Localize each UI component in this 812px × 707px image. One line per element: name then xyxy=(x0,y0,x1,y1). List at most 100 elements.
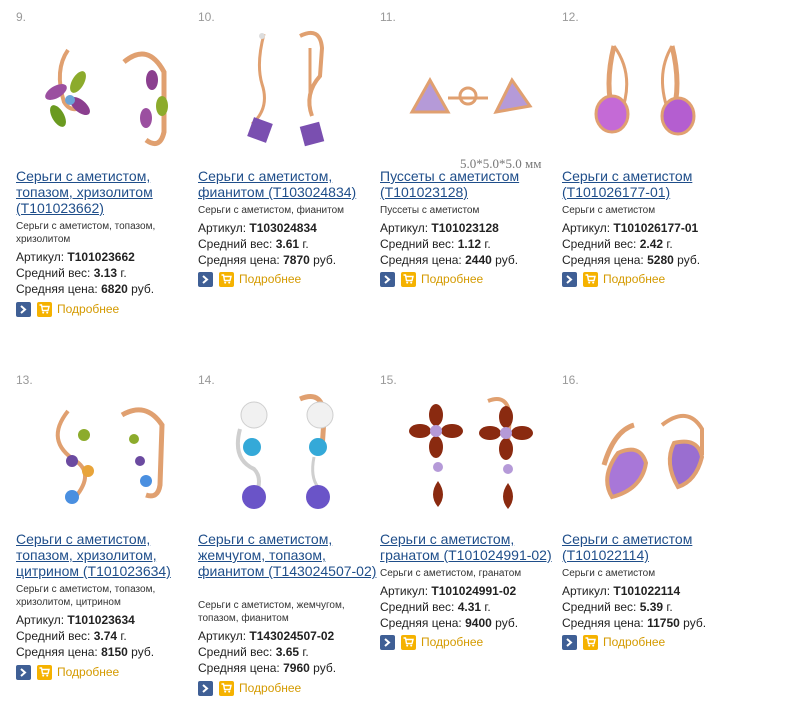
article-line: Артикул: Т101022114 xyxy=(562,584,681,598)
product-info: Серьги с аметистом, жемчугом, топазом, ф… xyxy=(198,599,378,676)
price-value: 7960 xyxy=(283,661,310,675)
product-description: Серьги с аметистом, топазом, хризолитом,… xyxy=(16,584,156,608)
weight-value: 1.12 xyxy=(457,237,482,251)
cart-icon[interactable] xyxy=(37,664,52,680)
product-description: Серьги с аметистом, фианитом xyxy=(198,205,345,216)
article-line: Артикул: Т101023128 xyxy=(380,221,499,235)
article-line: Артикул: Т143024507-02 xyxy=(198,629,335,643)
details-link[interactable]: Подробнее xyxy=(421,272,483,286)
weight-value: 2.42 xyxy=(639,237,664,251)
price-value: 7870 xyxy=(283,253,310,267)
price-line: Средняя цена: 11750 руб. xyxy=(562,616,707,630)
price-line: Средняя цена: 8150 руб. xyxy=(16,645,155,659)
cart-icon[interactable] xyxy=(583,271,598,287)
price-value: 5280 xyxy=(647,253,674,267)
product-title-link[interactable]: Серьги с аметистом, жемчугом, топазом, ф… xyxy=(198,531,378,579)
earring-image xyxy=(409,76,533,114)
product-image[interactable] xyxy=(574,385,724,525)
product-image[interactable] xyxy=(28,385,178,525)
details-link[interactable]: Подробнее xyxy=(57,665,119,679)
product-title-link[interactable]: Серьги с аметистом, гранатом (Т101024991… xyxy=(380,531,560,563)
product-info: Пуссеты с аметистом Артикул: Т101023128 … xyxy=(380,204,560,268)
earring-image xyxy=(601,414,705,500)
weight-line: Средний вес: 3.13 г. xyxy=(16,266,127,280)
article-value: Т101023662 xyxy=(67,250,135,264)
weight-line: Средний вес: 3.74 г. xyxy=(16,629,127,643)
details-link[interactable]: Подробнее xyxy=(239,272,301,286)
weight-value: 5.39 xyxy=(639,600,664,614)
cart-icon[interactable] xyxy=(401,271,416,287)
weight-line: Средний вес: 5.39 г. xyxy=(562,600,673,614)
chevron-right-icon[interactable] xyxy=(562,271,577,287)
chevron-right-icon[interactable] xyxy=(380,271,395,287)
product-image[interactable] xyxy=(210,22,360,162)
cart-icon[interactable] xyxy=(583,634,598,650)
chevron-right-icon[interactable] xyxy=(562,634,577,650)
product-actions: Подробнее xyxy=(562,271,665,287)
article-line: Артикул: Т101024991-02 xyxy=(380,584,517,598)
article-line: Артикул: Т101023634 xyxy=(16,613,135,627)
article-value: Т143024507-02 xyxy=(249,629,335,643)
price-line: Средняя цена: 7870 руб. xyxy=(198,253,337,267)
product-description: Пуссеты с аметистом xyxy=(380,205,480,216)
earring-image xyxy=(409,397,533,509)
earring-image xyxy=(594,45,696,136)
article-value: Т101024991-02 xyxy=(431,584,517,598)
price-line: Средняя цена: 6820 руб. xyxy=(16,282,155,296)
product-title-link[interactable]: Серьги с аметистом, топазом, хризолитом … xyxy=(16,168,196,216)
product-title-link[interactable]: Пуссеты с аметистом (Т101023128) xyxy=(380,168,560,200)
weight-value: 3.13 xyxy=(93,266,118,280)
article-value: Т101022114 xyxy=(613,584,681,598)
price-line: Средняя цена: 7960 руб. xyxy=(198,661,337,675)
product-image[interactable] xyxy=(392,385,542,525)
details-link[interactable]: Подробнее xyxy=(603,635,665,649)
chevron-right-icon[interactable] xyxy=(16,664,31,680)
article-value: Т103024834 xyxy=(249,221,317,235)
price-value: 2440 xyxy=(465,253,492,267)
article-line: Артикул: Т101023662 xyxy=(16,250,135,264)
chevron-right-icon[interactable] xyxy=(198,271,213,287)
chevron-right-icon[interactable] xyxy=(198,680,213,696)
weight-value: 4.31 xyxy=(457,600,482,614)
product-info: Серьги с аметистом Артикул: Т101026177-0… xyxy=(562,204,742,268)
weight-line: Средний вес: 3.61 г. xyxy=(198,237,309,251)
article-line: Артикул: Т103024834 xyxy=(198,221,317,235)
details-link[interactable]: Подробнее xyxy=(421,635,483,649)
price-value: 8150 xyxy=(101,645,128,659)
chevron-right-icon[interactable] xyxy=(380,634,395,650)
product-info: Серьги с аметистом Артикул: Т101022114 С… xyxy=(562,567,742,631)
weight-value: 3.61 xyxy=(275,237,300,251)
earring-image xyxy=(55,407,165,504)
product-title-link[interactable]: Серьги с аметистом (Т101026177-01) xyxy=(562,168,742,200)
earring-image xyxy=(235,394,334,509)
cart-icon[interactable] xyxy=(401,634,416,650)
details-link[interactable]: Подробнее xyxy=(239,681,301,695)
product-actions: Подробнее xyxy=(198,680,301,696)
product-info: Серьги с аметистом, гранатом Артикул: Т1… xyxy=(380,567,560,631)
price-line: Средняя цена: 9400 руб. xyxy=(380,616,519,630)
product-info: Серьги с аметистом, топазом, хризолитом … xyxy=(16,220,196,297)
cart-icon[interactable] xyxy=(37,301,52,317)
product-title-link[interactable]: Серьги с аметистом (Т101022114) xyxy=(562,531,742,563)
price-value: 11750 xyxy=(647,616,680,630)
weight-value: 3.74 xyxy=(93,629,118,643)
cart-icon[interactable] xyxy=(219,271,234,287)
article-value: Т101026177-01 xyxy=(613,221,699,235)
product-title-link[interactable]: Серьги с аметистом, фианитом (Т103024834… xyxy=(198,168,378,200)
product-image[interactable] xyxy=(210,385,360,525)
product-actions: Подробнее xyxy=(380,634,483,650)
details-link[interactable]: Подробнее xyxy=(603,272,665,286)
product-actions: Подробнее xyxy=(380,271,483,287)
details-link[interactable]: Подробнее xyxy=(57,302,119,316)
product-image[interactable] xyxy=(574,22,724,162)
cart-icon[interactable] xyxy=(219,680,234,696)
product-description: Серьги с аметистом, топазом, хризолитом xyxy=(16,221,156,245)
product-actions: Подробнее xyxy=(562,634,665,650)
product-description: Серьги с аметистом, гранатом xyxy=(380,568,522,579)
product-image[interactable]: 5.0*5.0*5.0 мм xyxy=(392,22,542,171)
product-title-link[interactable]: Серьги с аметистом, топазом, хризолитом,… xyxy=(16,531,196,579)
product-image[interactable] xyxy=(28,22,178,162)
product-info: Серьги с аметистом, топазом, хризолитом,… xyxy=(16,583,196,660)
chevron-right-icon[interactable] xyxy=(16,301,31,317)
weight-line: Средний вес: 3.65 г. xyxy=(198,645,309,659)
